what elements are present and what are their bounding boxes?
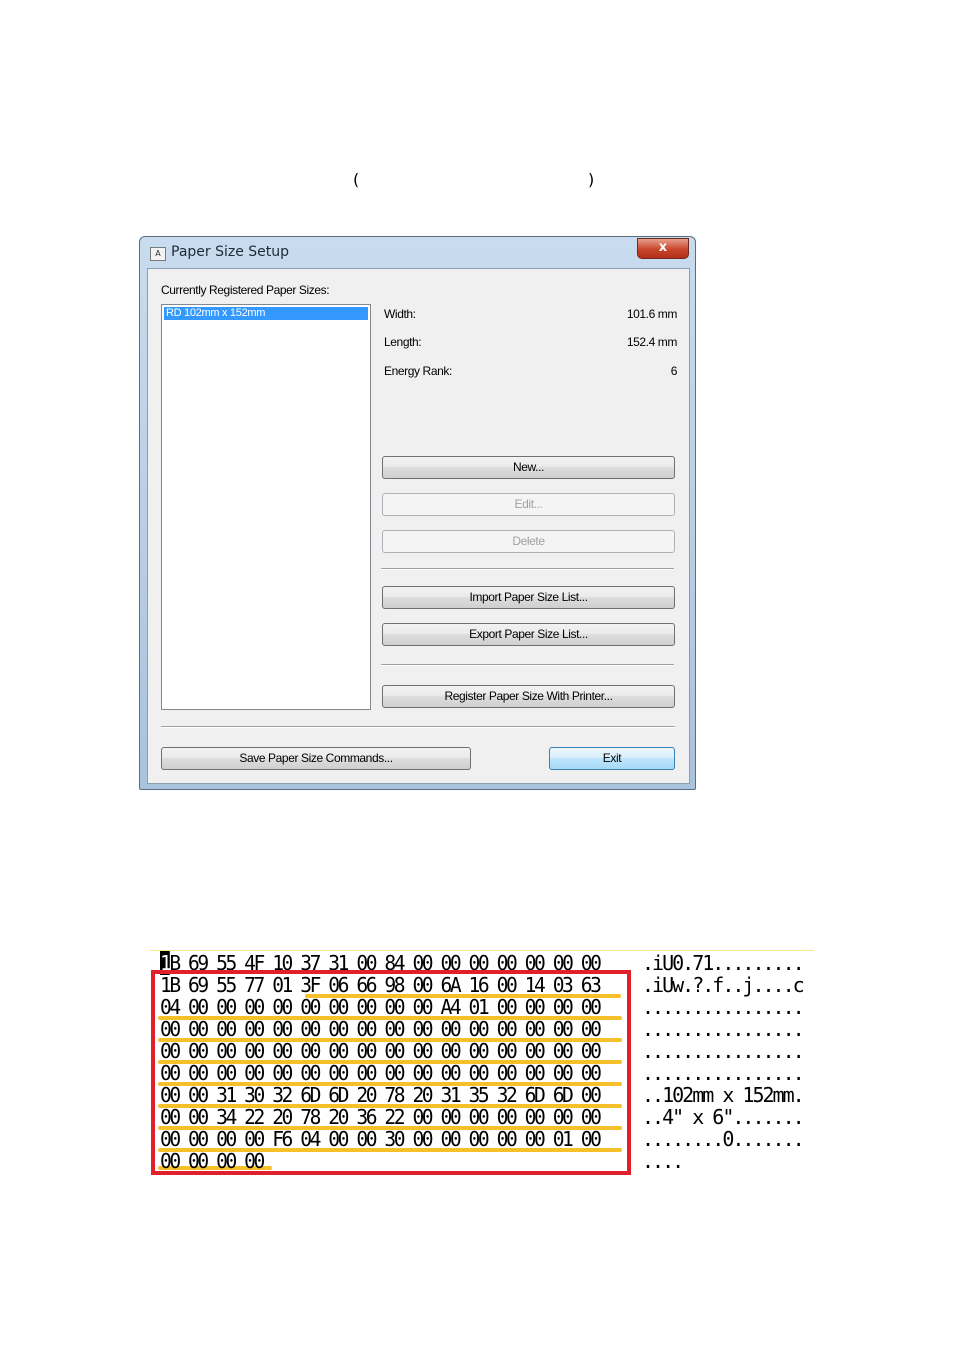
dialog-title: Paper Size Setup — [171, 244, 290, 260]
save-commands-button[interactable]: Save Paper Size Commands... — [161, 747, 471, 770]
new-button[interactable]: New... — [382, 456, 675, 479]
ascii-column: .iU0.71......... .iUw.?.f..j....c ......… — [642, 951, 805, 1173]
paper-size-list[interactable]: RD 102mm x 152mm — [161, 304, 371, 710]
separator — [381, 568, 674, 570]
width-value: 101.6 mm — [626, 307, 678, 321]
close-icon: x — [658, 240, 668, 255]
ascii-row: ................ — [642, 1039, 805, 1063]
dialog-client-area: Currently Registered Paper Sizes: RD 102… — [147, 268, 690, 784]
exit-button[interactable]: Exit — [549, 747, 675, 770]
open-parenthesis: ( — [353, 170, 360, 189]
app-icon: A — [150, 247, 166, 261]
ascii-row: ................ — [642, 1061, 805, 1085]
energy-rank-value: 6 — [670, 364, 678, 378]
list-item[interactable]: RD 102mm x 152mm — [164, 307, 368, 320]
ascii-row: .iUw.?.f..j....c — [642, 973, 805, 997]
ascii-row: ..102mm x 152mm. — [642, 1083, 805, 1107]
delete-button[interactable]: Delete — [382, 530, 675, 553]
register-with-printer-button[interactable]: Register Paper Size With Printer... — [382, 685, 675, 708]
separator — [161, 726, 675, 728]
length-value: 152.4 mm — [626, 335, 678, 349]
highlight-box — [151, 970, 631, 1175]
width-label: Width: — [384, 307, 416, 321]
title-bar[interactable]: A Paper Size Setup x — [140, 237, 695, 267]
ascii-row: ................ — [642, 995, 805, 1019]
ascii-row: ........0....... — [642, 1127, 805, 1151]
registered-sizes-label: Currently Registered Paper Sizes: — [161, 283, 330, 297]
separator — [381, 664, 674, 666]
length-label: Length: — [384, 335, 422, 349]
close-parenthesis: ) — [588, 170, 595, 189]
edit-button[interactable]: Edit... — [382, 493, 675, 516]
ascii-row: ................ — [642, 1017, 805, 1041]
ascii-row: ..4" x 6"....... — [642, 1105, 805, 1129]
close-button[interactable]: x — [637, 238, 689, 259]
ascii-row: .... — [642, 1149, 684, 1173]
export-list-button[interactable]: Export Paper Size List... — [382, 623, 675, 646]
energy-rank-label: Energy Rank: — [384, 364, 452, 378]
ascii-row: .iU0.71......... — [642, 951, 805, 975]
import-list-button[interactable]: Import Paper Size List... — [382, 586, 675, 609]
paper-size-setup-dialog: A Paper Size Setup x Currently Registere… — [139, 236, 696, 790]
